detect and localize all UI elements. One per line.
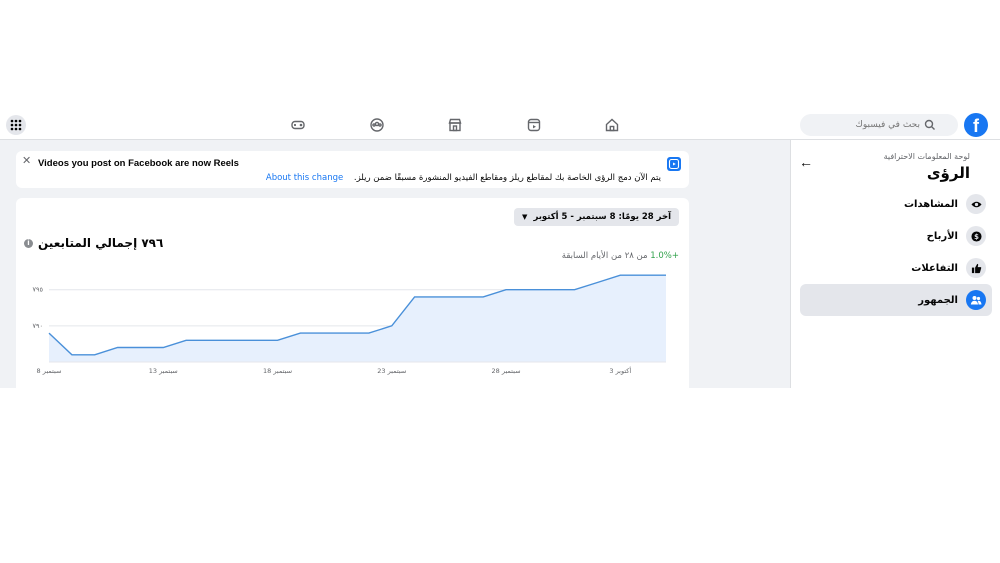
followers-total: ٧٩٦ إجمالي المتابعين bbox=[38, 236, 164, 250]
screenshot-area: f ← لوحة المعلومات الاحترافية الرؤى المش… bbox=[0, 110, 1000, 388]
x-tick-label: 18 سبتمبر bbox=[263, 367, 292, 375]
sidebar-item-views[interactable]: المشاهدات bbox=[800, 188, 992, 220]
breadcrumb[interactable]: لوحة المعلومات الاحترافية bbox=[884, 152, 970, 161]
sidebar-item-label: التفاعلات bbox=[911, 262, 958, 274]
followers-heading: i ٧٩٦ إجمالي المتابعين bbox=[24, 236, 163, 250]
sidebar-item-interactions[interactable]: التفاعلات bbox=[800, 252, 992, 284]
sidebar-item-audience[interactable]: الجمهور bbox=[800, 284, 992, 316]
gaming-icon[interactable] bbox=[280, 112, 316, 138]
caret-down-icon: ▼ bbox=[522, 213, 528, 221]
notice-title: Videos you post on Facebook are now Reel… bbox=[38, 158, 239, 169]
top-navigation-bar: f bbox=[0, 110, 1000, 140]
sidebar-item-earnings[interactable]: $ الأرباح bbox=[800, 220, 992, 252]
search-icon bbox=[924, 119, 935, 130]
reels-icon[interactable] bbox=[516, 112, 552, 138]
thumbs-up-icon bbox=[966, 258, 986, 278]
x-tick-label: 28 سبتمبر bbox=[492, 367, 521, 375]
insights-sidebar: ← لوحة المعلومات الاحترافية الرؤى المشاه… bbox=[790, 140, 1000, 388]
info-icon[interactable]: i bbox=[24, 238, 33, 248]
notice-body: يتم الآن دمج الرؤى الخاصة بك لمقاطع ريلز… bbox=[266, 173, 661, 183]
series-area bbox=[49, 275, 666, 362]
search-box[interactable] bbox=[800, 114, 958, 136]
about-this-change-link[interactable]: About this change bbox=[266, 173, 343, 183]
home-icon[interactable] bbox=[594, 112, 630, 138]
followers-card: آخر 28 يومًا: 8 سبتمبر - 5 أكتوبر ▼ i ٧٩… bbox=[16, 198, 689, 388]
y-tick-label: ٧٩٠ bbox=[33, 322, 43, 330]
page-title: الرؤى bbox=[926, 164, 970, 182]
sidebar-menu: المشاهدات $ الأرباح التفاعلات الجمهور bbox=[800, 188, 992, 316]
sidebar-item-label: الأرباح bbox=[926, 230, 958, 242]
search-input[interactable] bbox=[800, 120, 920, 130]
x-tick-label: 13 سبتمبر bbox=[149, 367, 178, 375]
facebook-logo[interactable]: f bbox=[964, 113, 988, 137]
dollar-icon: $ bbox=[966, 226, 986, 246]
x-tick-label: 23 سبتمبر bbox=[377, 367, 406, 375]
date-range-dropdown[interactable]: آخر 28 يومًا: 8 سبتمبر - 5 أكتوبر ▼ bbox=[514, 208, 679, 226]
people-icon bbox=[966, 290, 986, 310]
close-icon[interactable]: ✕ bbox=[22, 154, 31, 167]
reels-notice-banner: ✕ Videos you post on Facebook are now Re… bbox=[16, 151, 689, 188]
svg-text:$: $ bbox=[974, 232, 979, 240]
back-arrow-icon[interactable]: ← bbox=[799, 154, 813, 170]
marketplace-icon[interactable] bbox=[437, 112, 473, 138]
groups-icon[interactable] bbox=[359, 112, 395, 138]
x-tick-label: 8 سبتمبر bbox=[37, 367, 62, 375]
y-tick-label: ٧٩٥ bbox=[33, 286, 44, 294]
date-range-label: آخر 28 يومًا: 8 سبتمبر - 5 أكتوبر bbox=[533, 212, 671, 222]
x-tick-label: 3 أكتوبر bbox=[609, 366, 631, 375]
main-nav-tabs bbox=[280, 110, 630, 140]
followers-line-chart: ٧٩٠ ٧٩٥ 8 سبتمبر 13 سبتمبر 18 سبتمبر 23 سبتمب… bbox=[33, 274, 666, 375]
reels-badge-icon bbox=[667, 157, 681, 171]
notice-text: يتم الآن دمج الرؤى الخاصة بك لمقاطع ريلز… bbox=[353, 173, 661, 183]
eye-icon bbox=[966, 194, 986, 214]
sidebar-item-label: المشاهدات bbox=[903, 198, 958, 210]
sidebar-item-label: الجمهور bbox=[918, 294, 958, 306]
grid-menu-icon[interactable] bbox=[6, 115, 26, 135]
